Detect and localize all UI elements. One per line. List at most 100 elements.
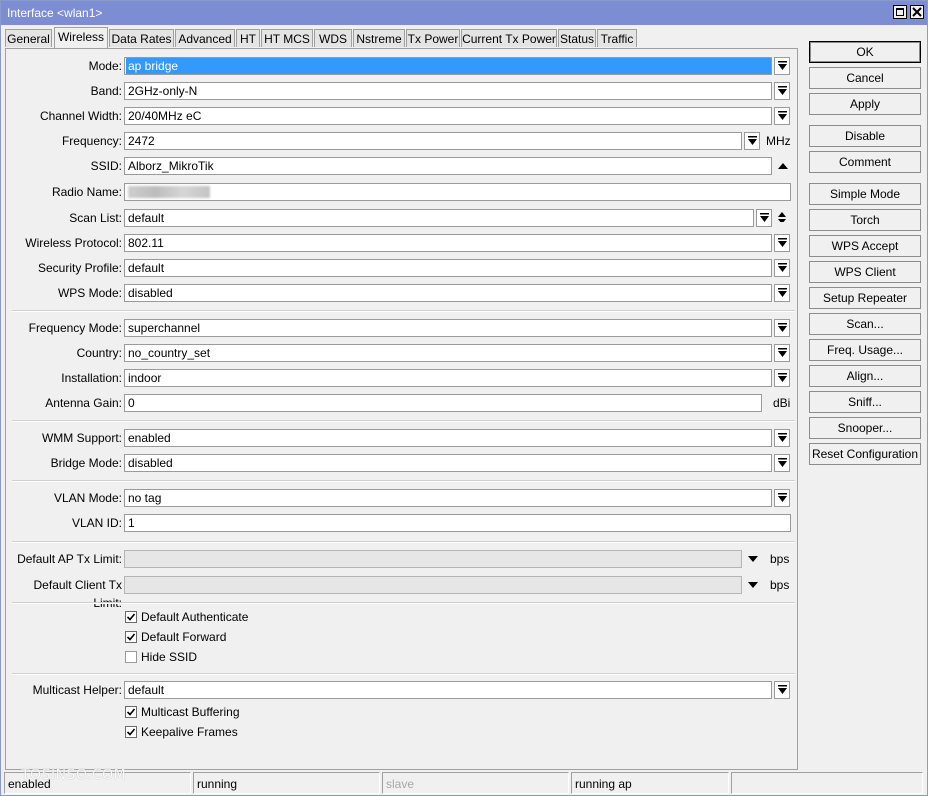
vlan-mode-select[interactable]: no tag bbox=[124, 489, 772, 507]
hide-ssid-checkbox[interactable] bbox=[125, 651, 137, 663]
mode-dropdown-button[interactable] bbox=[774, 57, 790, 75]
wps-mode-label: WPS Mode: bbox=[57, 286, 122, 300]
tab-general[interactable]: General bbox=[5, 29, 52, 47]
wireless-protocol-label: Wireless Protocol: bbox=[25, 236, 122, 250]
scan-list-dropdown-button[interactable] bbox=[756, 209, 772, 227]
wps-accept-button[interactable]: WPS Accept bbox=[809, 235, 921, 257]
default-authenticate-label[interactable]: Default Authenticate bbox=[141, 610, 248, 624]
wireless-protocol-dropdown-button[interactable] bbox=[774, 234, 790, 252]
installation-select[interactable]: indoor bbox=[124, 369, 772, 387]
tab-ht-mcs[interactable]: HT MCS bbox=[261, 29, 313, 47]
tab-wds[interactable]: WDS bbox=[314, 29, 352, 47]
wireless-protocol-select[interactable]: 802.11 bbox=[124, 234, 772, 252]
frequency-select[interactable]: 2472 bbox=[124, 132, 742, 150]
multicast-helper-select[interactable]: default bbox=[124, 681, 772, 699]
tab-wireless[interactable]: Wireless bbox=[54, 27, 108, 48]
wps-mode-dropdown-button[interactable] bbox=[774, 284, 790, 302]
dropdown-arrow-icon bbox=[778, 323, 787, 332]
tab-current-tx-power[interactable]: Current Tx Power bbox=[461, 29, 557, 47]
collapse-up-icon[interactable] bbox=[777, 161, 789, 173]
frequency-dropdown-button[interactable] bbox=[744, 132, 760, 150]
installation-dropdown-button[interactable] bbox=[774, 369, 790, 387]
wps-mode-select[interactable]: disabled bbox=[124, 284, 772, 302]
close-button[interactable] bbox=[910, 5, 924, 19]
wmm-support-select[interactable]: enabled bbox=[124, 429, 772, 447]
frequency-mode-select[interactable]: superchannel bbox=[124, 319, 772, 337]
radio-name-input[interactable] bbox=[124, 183, 791, 201]
separator bbox=[12, 310, 795, 312]
scan-list-select[interactable]: default bbox=[124, 209, 754, 227]
country-select[interactable]: no_country_set bbox=[124, 344, 772, 362]
vlan-mode-dropdown-button[interactable] bbox=[774, 489, 790, 507]
status-slave: slave bbox=[382, 772, 569, 794]
country-dropdown-button[interactable] bbox=[774, 344, 790, 362]
wireless-panel: Mode: ap bridge Band: 2GHz-only-N Channe… bbox=[5, 48, 798, 770]
bridge-mode-select[interactable]: disabled bbox=[124, 454, 772, 472]
mode-select[interactable]: ap bridge bbox=[124, 57, 772, 75]
interface-window: Interface <wlan1> General Wireless Data … bbox=[0, 0, 928, 796]
band-dropdown-button[interactable] bbox=[774, 82, 790, 100]
status-empty bbox=[731, 772, 923, 794]
ok-button[interactable]: OK bbox=[809, 41, 921, 63]
default-ap-tx-limit-input[interactable] bbox=[124, 550, 742, 568]
vlan-id-input[interactable]: 1 bbox=[124, 514, 791, 532]
maximize-icon bbox=[896, 8, 904, 16]
tab-tx-power[interactable]: Tx Power bbox=[406, 29, 460, 47]
sniff-button[interactable]: Sniff... bbox=[809, 391, 921, 413]
tab-status[interactable]: Status bbox=[558, 29, 596, 47]
default-authenticate-checkbox[interactable] bbox=[125, 611, 137, 623]
align-button[interactable]: Align... bbox=[809, 365, 921, 387]
keepalive-frames-label[interactable]: Keepalive Frames bbox=[141, 725, 238, 739]
title-bar[interactable]: Interface <wlan1> bbox=[1, 1, 927, 25]
default-forward-checkbox[interactable] bbox=[125, 631, 137, 643]
wmm-support-dropdown-button[interactable] bbox=[774, 429, 790, 447]
hide-ssid-label[interactable]: Hide SSID bbox=[141, 650, 197, 664]
checkmark-icon bbox=[126, 708, 136, 716]
scan-button[interactable]: Scan... bbox=[809, 313, 921, 335]
default-client-tx-limit-input[interactable] bbox=[124, 576, 742, 594]
status-running-ap: running ap bbox=[571, 772, 729, 794]
channel-width-select[interactable]: 20/40MHz eC bbox=[124, 107, 772, 125]
bridge-mode-dropdown-button[interactable] bbox=[774, 454, 790, 472]
wps-client-button[interactable]: WPS Client bbox=[809, 261, 921, 283]
antenna-gain-label: Antenna Gain: bbox=[45, 396, 122, 410]
reset-configuration-button[interactable]: Reset Configuration bbox=[809, 443, 921, 465]
channel-width-dropdown-button[interactable] bbox=[774, 107, 790, 125]
dropdown-arrow-icon[interactable] bbox=[747, 580, 759, 592]
disable-button[interactable]: Disable bbox=[809, 125, 921, 147]
tab-traffic[interactable]: Traffic bbox=[597, 29, 637, 47]
band-select[interactable]: 2GHz-only-N bbox=[124, 82, 772, 100]
setup-repeater-button[interactable]: Setup Repeater bbox=[809, 287, 921, 309]
dropdown-arrow-icon[interactable] bbox=[747, 554, 759, 566]
default-forward-label[interactable]: Default Forward bbox=[141, 630, 226, 644]
vlan-id-label: VLAN ID: bbox=[71, 516, 122, 530]
antenna-gain-input[interactable]: 0 bbox=[124, 394, 762, 412]
antenna-gain-unit: dBi bbox=[773, 396, 791, 410]
simple-mode-button[interactable]: Simple Mode bbox=[809, 183, 921, 205]
cancel-button[interactable]: Cancel bbox=[809, 67, 921, 89]
multicast-buffering-label[interactable]: Multicast Buffering bbox=[141, 705, 240, 719]
tab-nstreme[interactable]: Nstreme bbox=[353, 29, 405, 47]
security-profile-dropdown-button[interactable] bbox=[774, 259, 790, 277]
tab-data-rates[interactable]: Data Rates bbox=[109, 29, 174, 47]
up-down-arrows-icon[interactable] bbox=[777, 210, 789, 222]
ssid-input[interactable]: Alborz_MikroTik bbox=[124, 157, 772, 175]
multicast-helper-dropdown-button[interactable] bbox=[774, 681, 790, 699]
torch-button[interactable]: Torch bbox=[809, 209, 921, 231]
tab-advanced[interactable]: Advanced bbox=[175, 29, 235, 47]
maximize-button[interactable] bbox=[893, 5, 907, 19]
multicast-buffering-checkbox[interactable] bbox=[125, 706, 137, 718]
apply-button[interactable]: Apply bbox=[809, 93, 921, 115]
bridge-mode-label: Bridge Mode: bbox=[50, 456, 122, 470]
dropdown-arrow-icon bbox=[760, 213, 769, 222]
keepalive-frames-checkbox[interactable] bbox=[125, 726, 137, 738]
checkmark-icon bbox=[126, 728, 136, 736]
checkmark-icon bbox=[126, 633, 136, 641]
comment-button[interactable]: Comment bbox=[809, 151, 921, 173]
freq-usage-button[interactable]: Freq. Usage... bbox=[809, 339, 921, 361]
tab-ht[interactable]: HT bbox=[236, 29, 260, 47]
security-profile-select[interactable]: default bbox=[124, 259, 772, 277]
frequency-mode-dropdown-button[interactable] bbox=[774, 319, 790, 337]
installation-label: Installation: bbox=[61, 371, 122, 385]
snooper-button[interactable]: Snooper... bbox=[809, 417, 921, 439]
